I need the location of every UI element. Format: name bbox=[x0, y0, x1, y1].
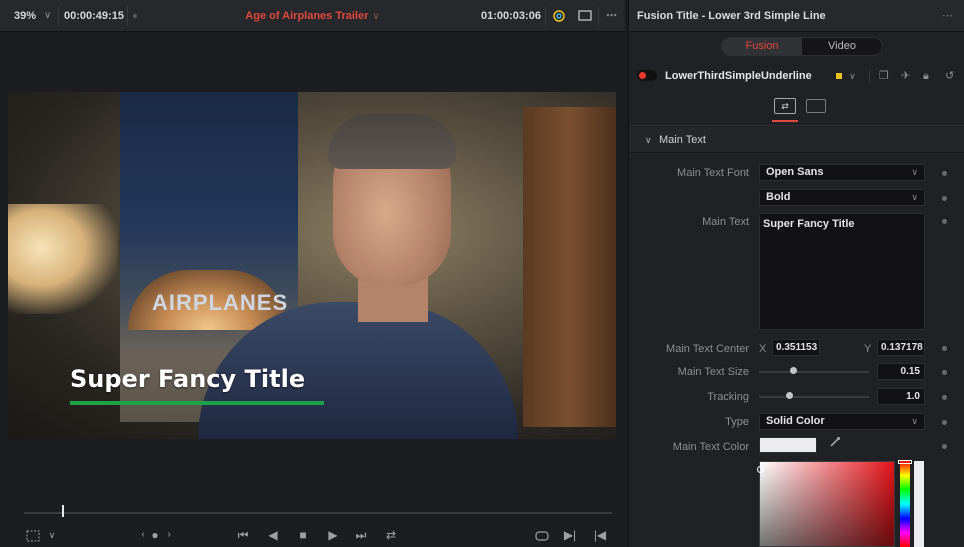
center-x-field[interactable]: 0.351153 bbox=[772, 339, 820, 356]
font-label: Main Text Font bbox=[677, 167, 749, 179]
text-tab-icon[interactable]: ⇄ bbox=[774, 98, 796, 114]
center-y-field[interactable]: 0.137178 bbox=[877, 339, 925, 356]
divider bbox=[869, 70, 870, 83]
jog-right-icon[interactable]: › bbox=[164, 526, 174, 544]
poster-logo: AIRPLANES bbox=[152, 290, 289, 315]
pin-icon[interactable]: ✈ bbox=[901, 64, 910, 88]
size-label: Main Text Size bbox=[677, 366, 749, 378]
keyframe-icon[interactable] bbox=[942, 346, 947, 351]
more-options-icon[interactable]: ⋯ bbox=[942, 0, 953, 32]
type-value: Solid Color bbox=[766, 415, 825, 427]
font-value: Open Sans bbox=[766, 166, 824, 178]
more-options-icon[interactable]: ⋯ bbox=[606, 0, 618, 32]
keyframe-icon[interactable] bbox=[942, 395, 947, 400]
chevron-down-icon: ∨ bbox=[645, 135, 652, 145]
video-frame[interactable]: AIRPLANES Super Fancy Title bbox=[8, 92, 616, 439]
tab-fusion[interactable]: Fusion bbox=[722, 38, 802, 55]
center-y-label: Y bbox=[864, 343, 872, 355]
tracking-field[interactable]: 1.0 bbox=[877, 388, 925, 405]
inspector-title: Fusion Title - Lower 3rd Simple Line bbox=[637, 10, 826, 22]
jog-wheel-icon[interactable]: ● bbox=[150, 526, 160, 544]
skip-to-start-icon[interactable]: ⏮ bbox=[234, 526, 252, 544]
hue-slider[interactable] bbox=[900, 461, 910, 547]
reset-icon[interactable]: ↺ bbox=[945, 64, 954, 88]
scrubber-track[interactable] bbox=[24, 512, 612, 514]
active-tab-indicator bbox=[772, 120, 798, 122]
subtab-bar: ⇄ bbox=[629, 96, 964, 126]
stop-icon[interactable]: ■ bbox=[296, 526, 310, 544]
copy-settings-icon[interactable]: ❐ bbox=[879, 64, 889, 88]
text-color-label: Main Text Color bbox=[672, 441, 749, 453]
node-name: LowerThirdSimpleUnderline bbox=[665, 70, 812, 82]
record-timecode: 01:00:03:06 bbox=[481, 10, 541, 22]
keyframe-icon[interactable] bbox=[942, 420, 947, 425]
type-dropdown[interactable]: Solid Color ∨ bbox=[759, 413, 925, 430]
hue-slider-handle[interactable] bbox=[898, 460, 912, 464]
inspector-header: Fusion Title - Lower 3rd Simple Line ⋯ bbox=[629, 0, 964, 32]
chevron-down-icon[interactable]: ∨ bbox=[46, 526, 58, 544]
chevron-down-icon: ∨ bbox=[911, 416, 918, 426]
tracking-label: Tracking bbox=[707, 391, 749, 403]
lamp-glow bbox=[8, 204, 118, 314]
font-style-value: Bold bbox=[766, 191, 791, 203]
chevron-down-icon[interactable]: ∨ bbox=[849, 64, 856, 88]
keyframe-icon[interactable] bbox=[942, 370, 947, 375]
keyframe-icon[interactable] bbox=[942, 219, 947, 224]
main-text-label: Main Text bbox=[702, 216, 749, 228]
monitor-icon[interactable] bbox=[578, 0, 592, 32]
inspector-tab-switch: Fusion Video bbox=[721, 37, 883, 56]
chevron-down-icon: ∨ bbox=[372, 11, 380, 22]
next-edit-icon[interactable]: ▶| bbox=[563, 526, 577, 544]
eyedropper-icon[interactable] bbox=[829, 436, 841, 451]
keyframe-icon[interactable] bbox=[942, 196, 947, 201]
play-reverse-icon[interactable]: ◀ bbox=[266, 526, 280, 544]
font-dropdown[interactable]: Open Sans ∨ bbox=[759, 164, 925, 181]
node-color-swatch[interactable] bbox=[836, 73, 842, 79]
playhead[interactable] bbox=[62, 505, 65, 517]
person-hair bbox=[328, 114, 456, 169]
color-picker-handle[interactable] bbox=[757, 466, 764, 473]
tab-video[interactable]: Video bbox=[802, 38, 882, 55]
section-header-main-text[interactable]: ∨ Main Text bbox=[629, 127, 964, 153]
section-title: Main Text bbox=[659, 134, 706, 146]
lock-icon[interactable]: 🔒︎ bbox=[923, 64, 929, 88]
divider bbox=[598, 6, 599, 26]
viewer-panel: 39% ∨ 00:00:49:15 Age of Airplanes Trail… bbox=[0, 0, 625, 547]
alpha-slider[interactable] bbox=[914, 461, 924, 547]
play-icon[interactable]: ▶ bbox=[326, 526, 340, 544]
title-underline bbox=[70, 401, 324, 405]
chevron-down-icon: ∨ bbox=[911, 192, 918, 202]
previous-edit-icon[interactable]: |◀ bbox=[593, 526, 607, 544]
match-frame-icon[interactable] bbox=[533, 526, 551, 544]
size-field[interactable]: 0.15 bbox=[877, 363, 925, 380]
title-overlay: Super Fancy Title bbox=[70, 365, 306, 393]
safe-area-icon[interactable] bbox=[24, 526, 42, 544]
tracking-slider[interactable] bbox=[759, 396, 869, 398]
font-style-dropdown[interactable]: Bold ∨ bbox=[759, 189, 925, 206]
loop-icon[interactable]: ⇄ bbox=[382, 526, 400, 544]
text-color-swatch[interactable] bbox=[759, 437, 817, 453]
keyframe-icon[interactable] bbox=[942, 444, 947, 449]
tracking-slider-handle[interactable] bbox=[786, 392, 793, 399]
inspector-panel: Fusion Title - Lower 3rd Simple Line ⋯ F… bbox=[628, 0, 964, 547]
bookshelf-image bbox=[523, 107, 616, 427]
viewer-header: 39% ∨ 00:00:49:15 Age of Airplanes Trail… bbox=[0, 0, 625, 32]
color-picker-field[interactable] bbox=[759, 461, 895, 547]
color-scope-icon[interactable] bbox=[552, 0, 566, 32]
main-text-input[interactable]: Super Fancy Title bbox=[759, 213, 925, 330]
center-x-label: X bbox=[759, 343, 767, 355]
skip-to-end-icon[interactable]: ⏭ bbox=[352, 526, 370, 544]
size-slider[interactable] bbox=[759, 371, 869, 373]
node-row: LowerThirdSimpleUnderline ∨ ❐ ✈ 🔒︎ ↺ bbox=[629, 64, 964, 88]
divider bbox=[545, 6, 546, 26]
jog-left-icon[interactable]: ‹ bbox=[138, 526, 148, 544]
size-slider-handle[interactable] bbox=[790, 367, 797, 374]
type-label: Type bbox=[725, 416, 749, 428]
keyframe-icon[interactable] bbox=[942, 171, 947, 176]
toggle-indicator-icon bbox=[639, 72, 646, 79]
shading-tab-icon[interactable] bbox=[806, 99, 826, 113]
center-label: Main Text Center bbox=[666, 343, 749, 355]
timeline-name: Age of Airplanes Trailer bbox=[245, 10, 369, 22]
chevron-down-icon: ∨ bbox=[911, 167, 918, 177]
